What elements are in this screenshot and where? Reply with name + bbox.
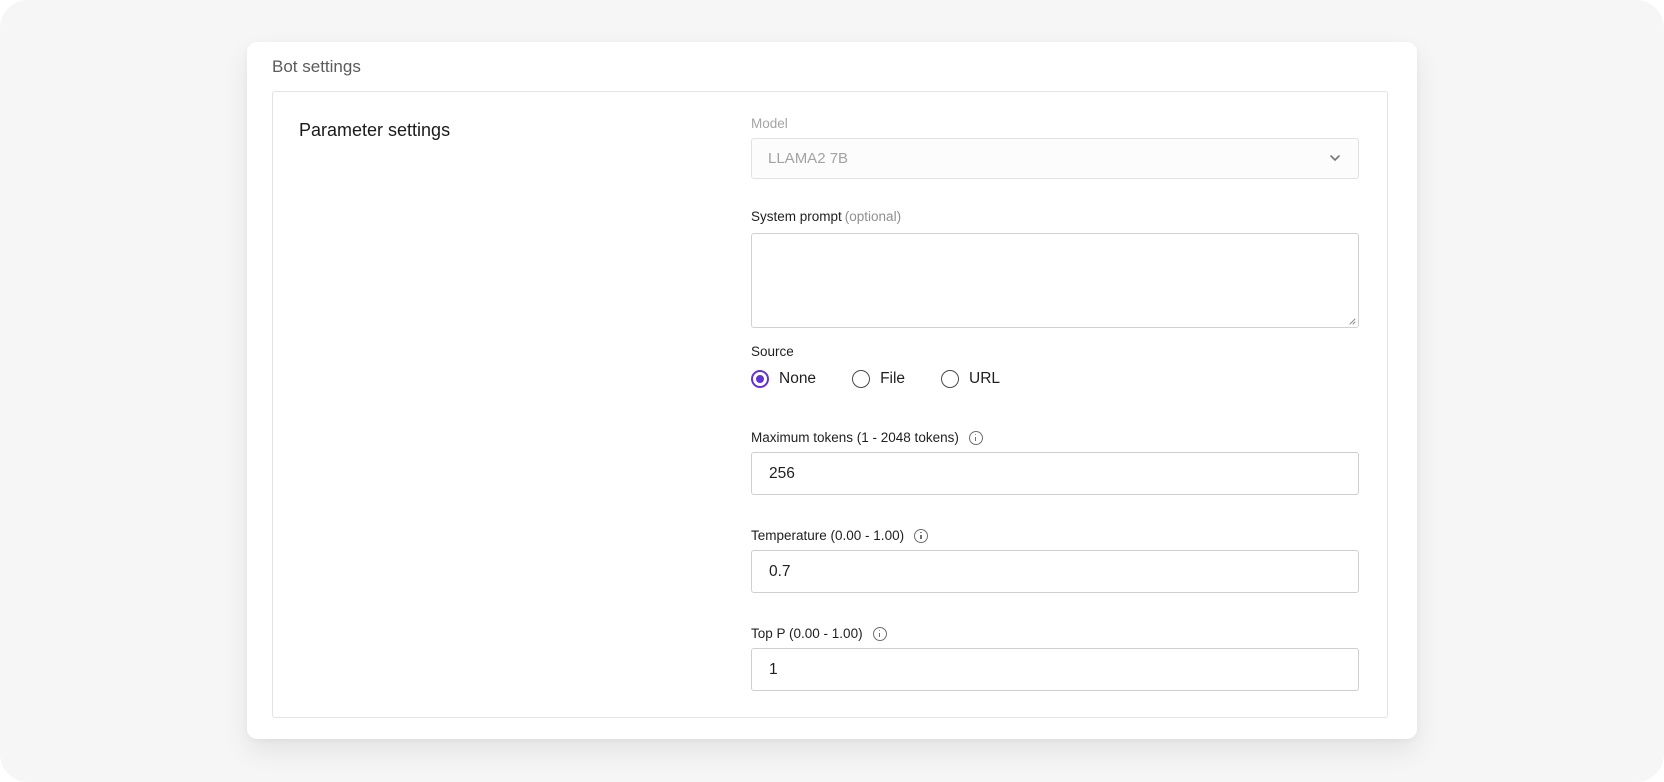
source-label: Source xyxy=(751,344,794,359)
model-label: Model xyxy=(751,116,788,131)
info-icon[interactable] xyxy=(968,430,983,445)
model-select-value: LLAMA2 7B xyxy=(768,150,849,167)
resize-handle-icon[interactable] xyxy=(1348,317,1356,325)
radio-unselected-icon xyxy=(941,370,960,388)
radio-file-label: File xyxy=(880,370,906,387)
top-p-value: 1 xyxy=(769,661,778,678)
info-icon[interactable] xyxy=(914,528,929,543)
max-tokens-label: Maximum tokens (1 - 2048 tokens) xyxy=(751,430,983,445)
temperature-input[interactable]: 0.7 xyxy=(751,550,1359,593)
radio-none[interactable]: None xyxy=(751,370,816,388)
max-tokens-label-text: Maximum tokens (1 - 2048 tokens) xyxy=(751,430,959,445)
source-radio-group: None File URL xyxy=(751,370,1036,388)
card-title: Bot settings xyxy=(272,57,361,76)
top-p-input[interactable]: 1 xyxy=(751,648,1359,691)
max-tokens-input[interactable]: 256 xyxy=(751,452,1359,495)
top-p-label: Top P (0.00 - 1.00) xyxy=(751,626,887,641)
model-label-text: Model xyxy=(751,116,788,131)
chevron-down-icon xyxy=(1330,155,1340,161)
system-prompt-label: System prompt (optional) xyxy=(751,209,901,224)
parameter-settings-panel: Parameter settings Model LLAMA2 7B Syste… xyxy=(272,91,1388,718)
radio-file[interactable]: File xyxy=(852,370,905,388)
info-icon[interactable] xyxy=(872,626,887,641)
radio-unselected-icon xyxy=(852,370,871,388)
model-select[interactable]: LLAMA2 7B xyxy=(751,138,1359,179)
temperature-label: Temperature (0.00 - 1.00) xyxy=(751,528,929,543)
panel-heading: Parameter settings xyxy=(299,120,451,140)
bot-settings-card: Bot settings Parameter settings Model LL… xyxy=(247,42,1417,739)
temperature-value: 0.7 xyxy=(769,563,791,580)
source-label-text: Source xyxy=(751,344,794,359)
max-tokens-value: 256 xyxy=(769,465,795,482)
optional-hint: (optional) xyxy=(844,209,902,224)
top-p-label-text: Top P (0.00 - 1.00) xyxy=(751,626,863,641)
radio-none-label: None xyxy=(779,370,817,387)
radio-selected-icon xyxy=(751,370,769,388)
radio-url-label: URL xyxy=(969,370,1001,387)
temperature-label-text: Temperature (0.00 - 1.00) xyxy=(751,528,905,543)
system-prompt-textarea[interactable] xyxy=(751,233,1359,328)
page-background: Bot settings Parameter settings Model LL… xyxy=(0,0,1664,782)
radio-url[interactable]: URL xyxy=(941,370,1000,388)
system-prompt-label-text: System prompt xyxy=(751,209,842,224)
